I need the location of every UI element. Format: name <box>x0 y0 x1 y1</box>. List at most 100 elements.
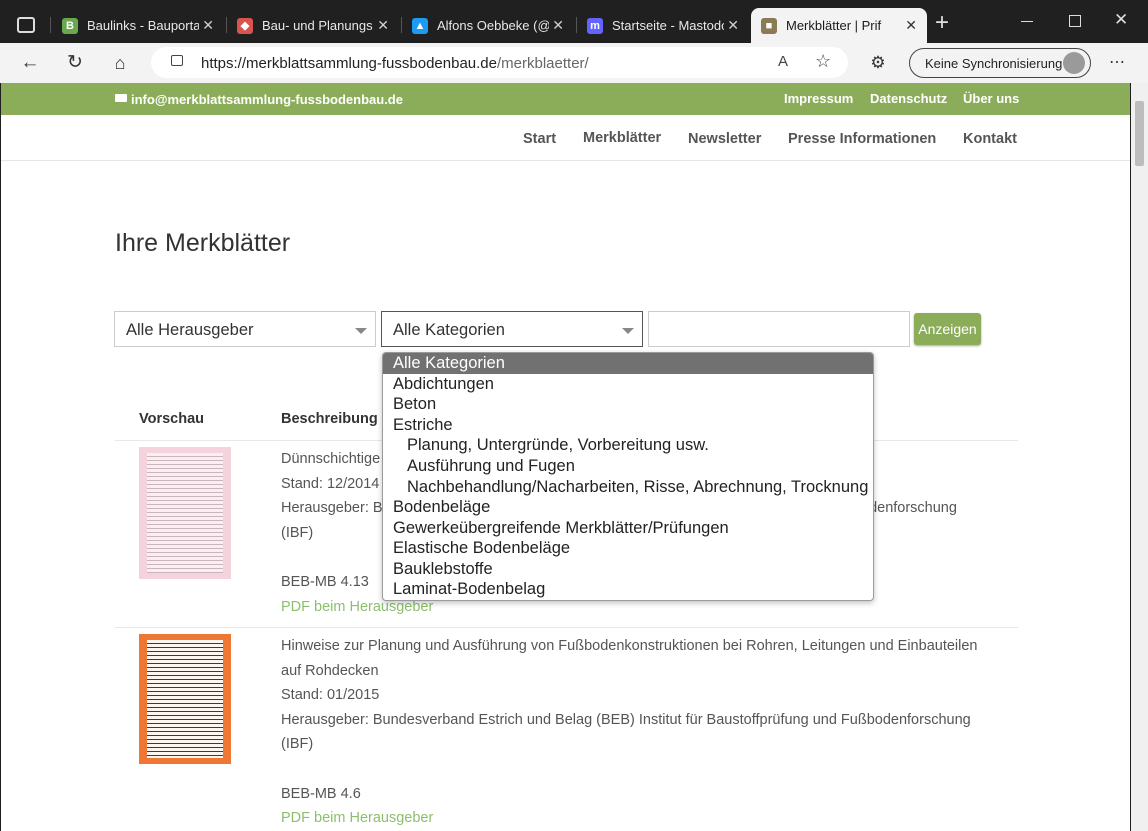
nav-divider <box>1 160 1130 161</box>
dropdown-option[interactable]: Alle Kategorien <box>383 353 873 374</box>
dropdown-option[interactable]: Bauklebstoffe <box>383 559 873 580</box>
category-select-value: Alle Kategorien <box>393 321 505 339</box>
tab-baulinks[interactable]: B Baulinks - Bauporta ✕ <box>52 8 224 43</box>
dropdown-option[interactable]: Planung, Untergründe, Vorbereitung usw. <box>383 435 873 456</box>
favorite-star-icon[interactable]: ☆ <box>815 51 831 72</box>
close-tab-icon[interactable]: ✕ <box>202 17 214 34</box>
close-tab-icon[interactable]: ✕ <box>905 17 917 34</box>
row-code: BEB-MB 4.6 <box>281 785 361 802</box>
nav-merkblaetter[interactable]: Merkblätter <box>583 130 661 146</box>
dropdown-option[interactable]: Elastische Bodenbeläge <box>383 538 873 559</box>
show-button[interactable]: Anzeigen <box>914 313 981 345</box>
dropdown-option[interactable]: Gewerkeübergreifende Merkblätter/Prüfung… <box>383 518 873 539</box>
document-thumbnail[interactable] <box>139 634 231 764</box>
dropdown-option[interactable]: Abdichtungen <box>383 374 873 395</box>
search-input[interactable] <box>648 311 910 347</box>
chevron-down-icon <box>355 328 367 334</box>
page-title: Ihre Merkblätter <box>115 229 291 257</box>
tab-bau-planung[interactable]: ◆ Bau- und Planungs ✕ <box>227 8 399 43</box>
tab-title: Merkblätter | Prif <box>786 18 882 33</box>
tab-title: Bau- und Planungs <box>262 18 373 33</box>
tab-actions-icon[interactable] <box>17 17 35 33</box>
main-navigation: Start Merkblätter Newsletter Presse Info… <box>1 83 1130 161</box>
avatar <box>1063 52 1085 74</box>
sync-button[interactable]: Keine Synchronisierung <box>909 48 1091 78</box>
nav-start[interactable]: Start <box>523 131 556 147</box>
option-label: Ausführung und Fugen <box>407 457 575 475</box>
dropdown-option[interactable]: Ausführung und Fugen <box>383 456 873 477</box>
chevron-down-icon <box>622 328 634 334</box>
book-favicon-icon: ■ <box>761 17 777 34</box>
thumbnail-page <box>147 640 223 758</box>
extensions-icon[interactable]: ⚙ <box>866 51 890 75</box>
minimize-icon[interactable] <box>1021 21 1033 22</box>
tab-mastodon[interactable]: m Startseite - Mastodo ✕ <box>577 8 749 43</box>
close-tab-icon[interactable]: ✕ <box>552 17 564 34</box>
url-path: /merkblaetter/ <box>497 55 589 72</box>
dropdown-option[interactable]: Laminat-Bodenbelag <box>383 579 873 600</box>
thumbnail-page <box>147 453 223 573</box>
map-pin-favicon-icon: ◆ <box>237 17 253 34</box>
tab-title: Baulinks - Bauporta <box>87 18 199 33</box>
home-icon[interactable]: ⌂ <box>108 51 132 75</box>
reload-icon[interactable]: ↻ <box>63 51 87 75</box>
page-scrollbar[interactable] <box>1131 83 1148 831</box>
nav-kontakt[interactable]: Kontakt <box>963 131 1017 147</box>
more-menu-icon[interactable]: ⋯ <box>1105 51 1129 75</box>
column-header-preview: Vorschau <box>139 411 205 427</box>
option-label: Alle Kategorien <box>393 354 505 372</box>
option-label: Gewerkeübergreifende Merkblätter/Prüfung… <box>393 519 729 537</box>
mastodon-icon: m <box>587 17 603 34</box>
category-select[interactable]: Alle Kategorien <box>381 311 643 347</box>
twitter-bird-icon: ▲ <box>412 17 428 34</box>
browser-toolbar: ← ↻ ⌂ https://merkblattsammlung-fussbode… <box>0 43 1148 83</box>
option-label: Bauklebstoffe <box>393 560 493 578</box>
nav-newsletter[interactable]: Newsletter <box>688 131 761 147</box>
dropdown-option[interactable]: Beton <box>383 394 873 415</box>
new-tab-icon[interactable]: + <box>935 11 949 35</box>
category-dropdown-list: Alle Kategorien Abdichtungen Beton Estri… <box>382 352 874 601</box>
dropdown-option[interactable]: Estriche <box>383 415 873 436</box>
option-label: Elastische Bodenbeläge <box>393 539 571 557</box>
dropdown-option[interactable]: Nachbehandlung/Nacharbeiten, Risse, Abre… <box>383 477 873 498</box>
row-publisher-tail: odenforschung <box>861 500 957 516</box>
nav-presse[interactable]: Presse Informationen <box>788 131 936 147</box>
row-publisher-start: Herausgeber: B <box>281 500 383 516</box>
dropdown-option[interactable]: Bodenbeläge <box>383 497 873 518</box>
option-label: Planung, Untergründe, Vorbereitung usw. <box>407 436 709 454</box>
pdf-link[interactable]: PDF beim Herausgeber <box>281 806 991 831</box>
option-label: Abdichtungen <box>393 375 494 393</box>
option-label: Beton <box>393 395 437 413</box>
back-arrow-icon[interactable]: ← <box>18 51 42 75</box>
baulinks-favicon-icon: B <box>62 17 78 34</box>
browser-tab-bar: B Baulinks - Bauporta ✕ ◆ Bau- und Planu… <box>0 0 1148 43</box>
row-divider <box>115 627 1018 628</box>
tab-title: Startseite - Mastodo <box>612 18 724 33</box>
publisher-select-value: Alle Herausgeber <box>126 321 254 339</box>
tab-twitter[interactable]: ▲ Alfons Oebbeke (@ ✕ <box>402 8 574 43</box>
address-bar[interactable]: https://merkblattsammlung-fussbodenbau.d… <box>151 47 848 78</box>
tab-title: Alfons Oebbeke (@ <box>437 18 549 33</box>
lock-icon <box>171 55 183 66</box>
url-text: https://merkblattsammlung-fussbodenbau.d… <box>201 55 589 72</box>
option-label: Bodenbeläge <box>393 498 491 516</box>
option-label: Estriche <box>393 416 453 434</box>
tab-merkblaetter[interactable]: ■ Merkblätter | Prif ✕ <box>751 8 927 43</box>
publisher-select[interactable]: Alle Herausgeber <box>114 311 376 347</box>
url-domain: https://merkblattsammlung-fussbodenbau.d… <box>201 55 497 72</box>
scrollbar-thumb[interactable] <box>1135 101 1144 166</box>
close-window-icon[interactable]: ✕ <box>1114 10 1128 30</box>
option-label: Laminat-Bodenbelag <box>393 580 546 598</box>
maximize-icon[interactable] <box>1069 15 1081 27</box>
option-label: Nachbehandlung/Nacharbeiten, Risse, Abre… <box>407 478 869 496</box>
read-aloud-icon[interactable]: A <box>778 53 788 70</box>
row-publisher: Herausgeber: Bundesverband Estrich und B… <box>281 711 971 753</box>
close-tab-icon[interactable]: ✕ <box>377 17 389 34</box>
tab-separator <box>50 17 51 33</box>
document-thumbnail[interactable] <box>139 447 231 579</box>
sync-label: Keine Synchronisierung <box>925 56 1063 71</box>
close-tab-icon[interactable]: ✕ <box>727 17 739 34</box>
row-stand: Stand: 01/2015 <box>281 687 380 703</box>
row-description: Hinweise zur Planung und Ausführung von … <box>281 638 978 679</box>
